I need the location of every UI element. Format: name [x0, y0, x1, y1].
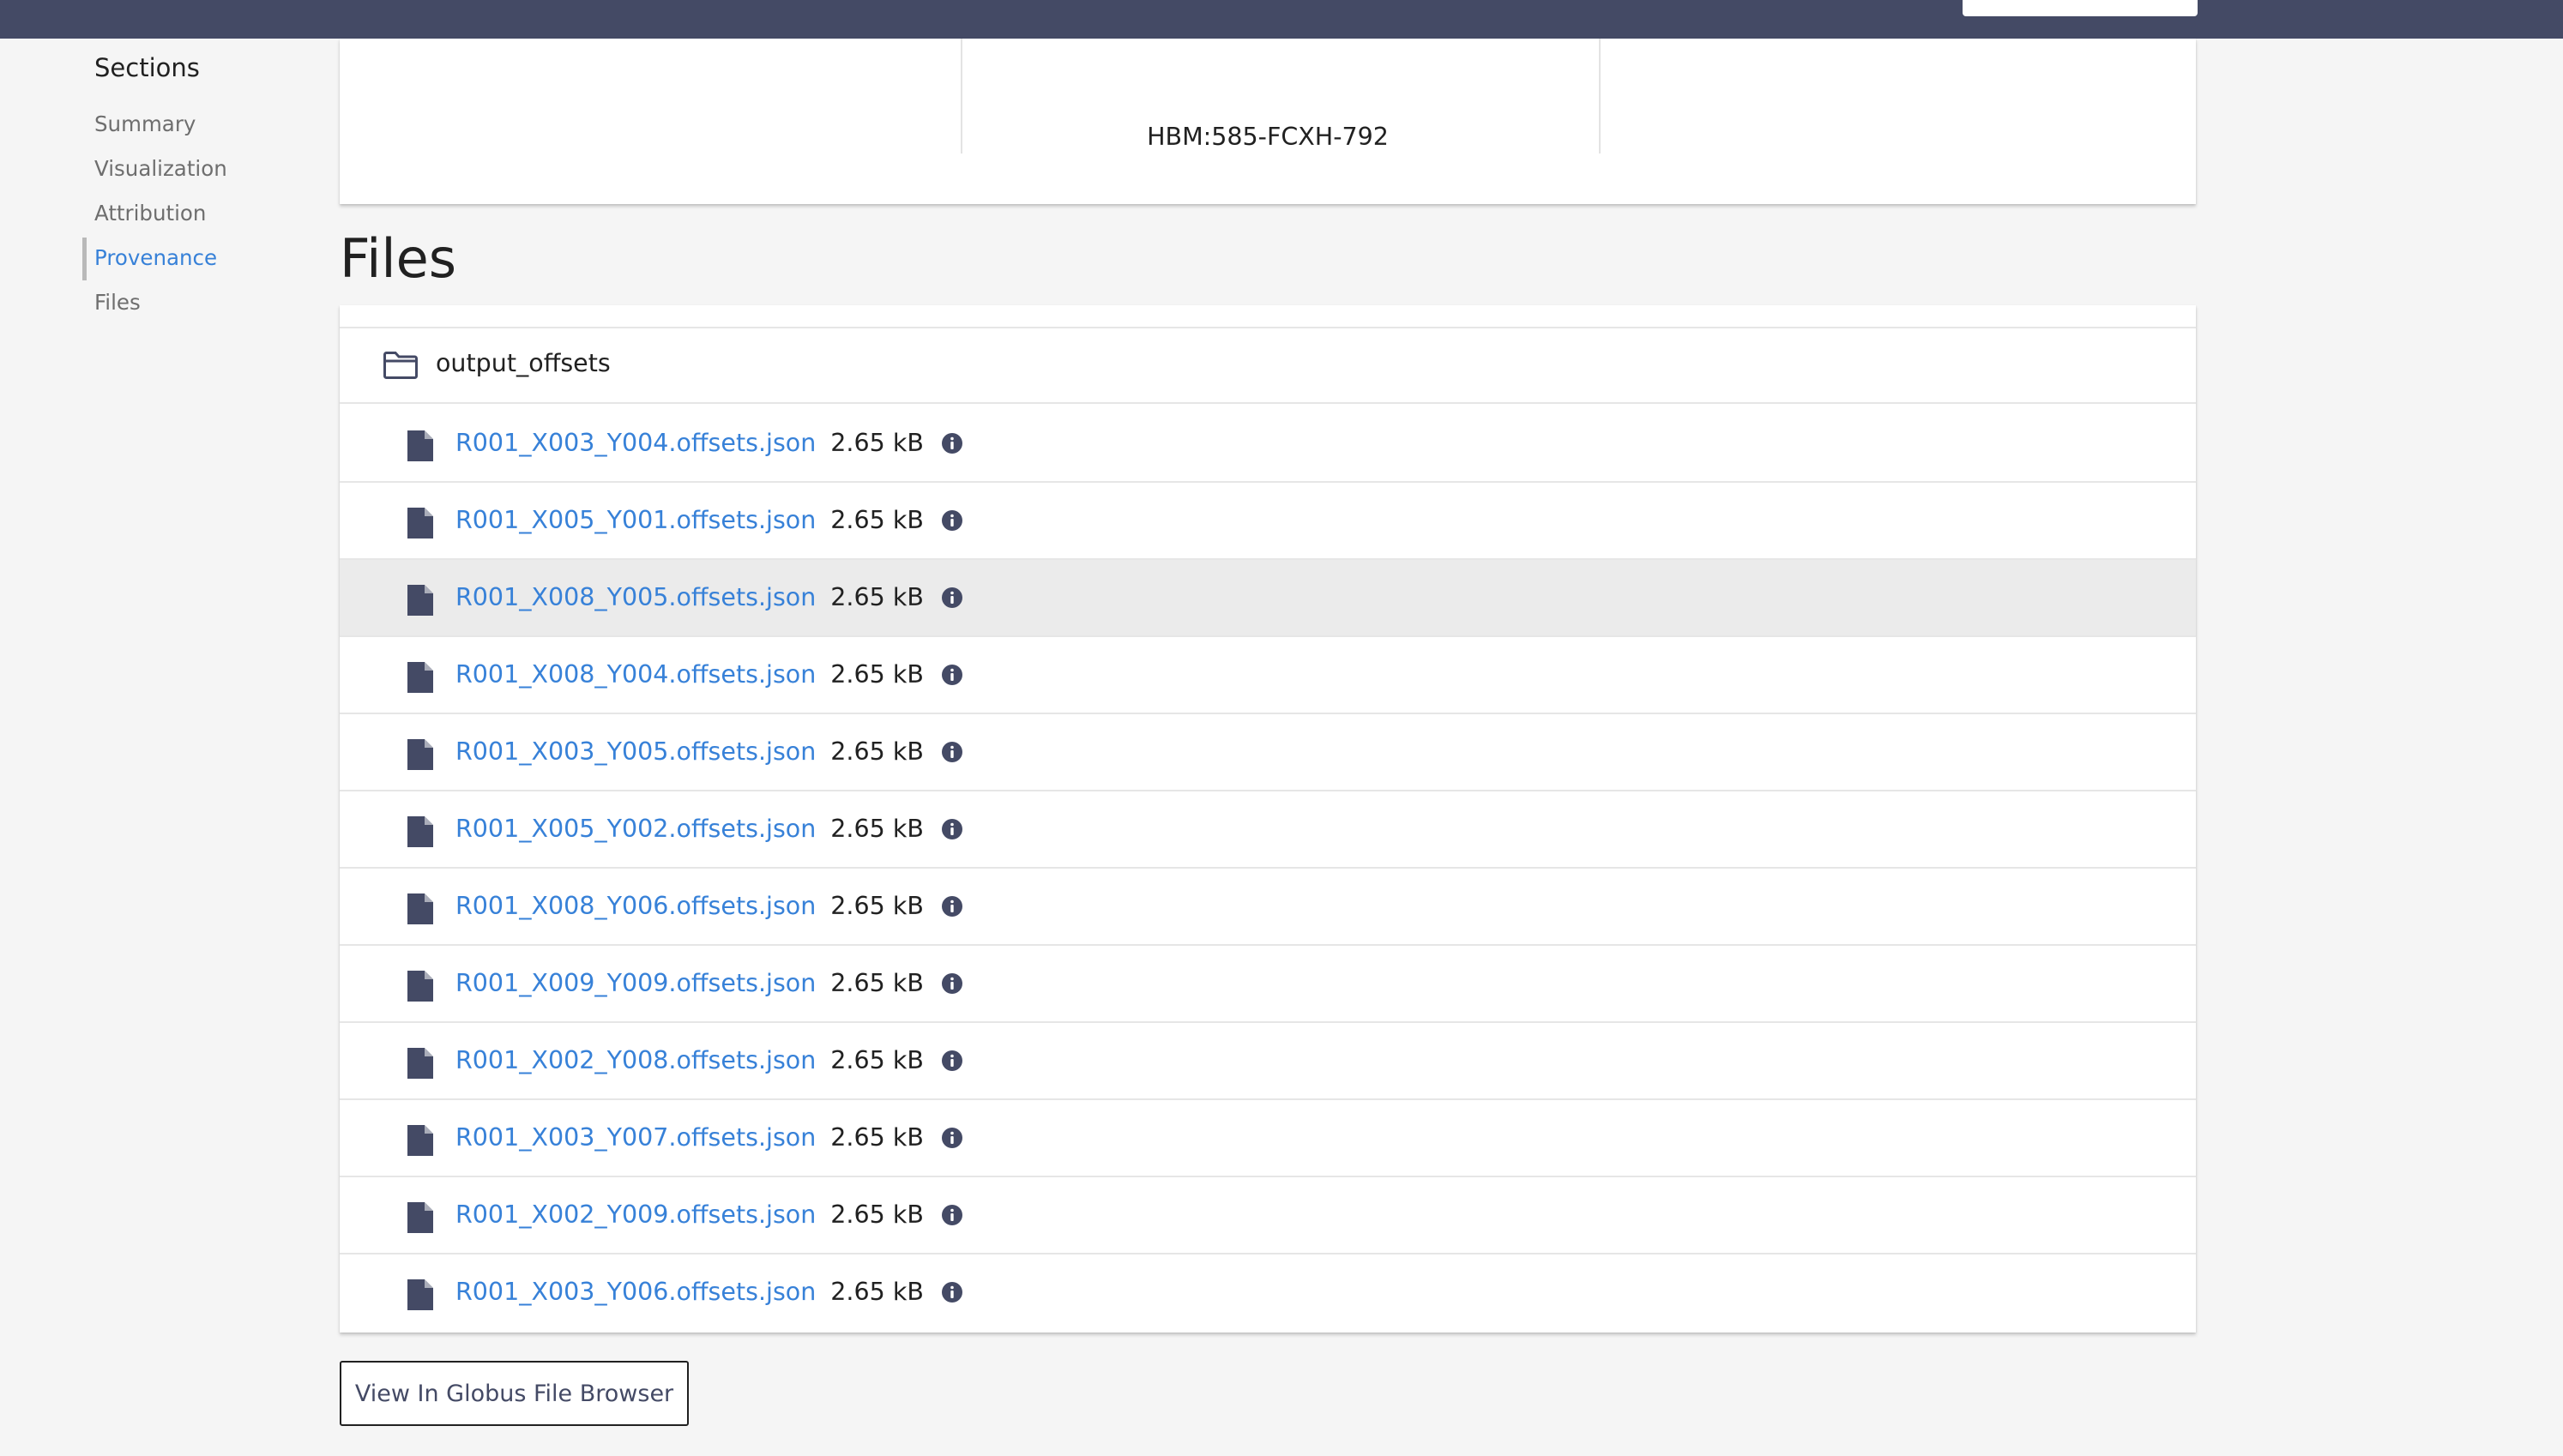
file-row[interactable]: R001_X003_Y006.offsets.json 2.65 kB	[340, 1254, 2196, 1332]
file-link[interactable]: R001_X008_Y005.offsets.json	[455, 583, 816, 611]
file-icon	[407, 893, 433, 924]
file-link[interactable]: R001_X003_Y005.offsets.json	[455, 737, 816, 766]
file-row[interactable]: R001_X003_Y004.offsets.json 2.65 kB	[340, 406, 2196, 483]
file-entry: R001_X003_Y007.offsets.json 2.65 kB	[455, 1123, 963, 1152]
folder-row[interactable]: output_offsets	[340, 328, 2196, 404]
file-entry: R001_X008_Y006.offsets.json 2.65 kB	[455, 892, 963, 920]
info-icon[interactable]	[941, 509, 963, 532]
file-size: 2.65 kB	[830, 1123, 924, 1152]
sidebar-item-summary[interactable]: Summary	[94, 111, 196, 136]
file-row[interactable]: R001_X008_Y006.offsets.json 2.65 kB	[340, 869, 2196, 946]
info-icon[interactable]	[941, 1050, 963, 1072]
file-entry: R001_X003_Y006.offsets.json 2.65 kB	[455, 1278, 963, 1306]
navbar-search-box[interactable]	[1963, 0, 2198, 16]
folder-name: output_offsets	[436, 349, 611, 377]
file-size: 2.65 kB	[830, 737, 924, 766]
sidebar-item-provenance[interactable]: Provenance	[94, 245, 217, 270]
file-icon	[407, 508, 433, 538]
file-row[interactable]: R001_X005_Y002.offsets.json 2.65 kB	[340, 791, 2196, 869]
file-entry: R001_X008_Y005.offsets.json 2.65 kB	[455, 583, 963, 611]
file-link[interactable]: R001_X008_Y004.offsets.json	[455, 660, 816, 689]
file-size: 2.65 kB	[830, 1278, 924, 1306]
info-icon[interactable]	[941, 972, 963, 995]
file-row[interactable]: R001_X003_Y005.offsets.json 2.65 kB	[340, 714, 2196, 791]
info-icon[interactable]	[941, 587, 963, 609]
file-icon	[407, 1125, 433, 1156]
file-row[interactable]: R001_X009_Y009.offsets.json 2.65 kB	[340, 946, 2196, 1023]
folder-icon	[383, 352, 418, 379]
info-icon[interactable]	[941, 1204, 963, 1226]
files-heading: Files	[340, 227, 457, 290]
file-row[interactable]: R001_X002_Y009.offsets.json 2.65 kB	[340, 1177, 2196, 1254]
file-size: 2.65 kB	[830, 660, 924, 689]
info-icon[interactable]	[941, 1281, 963, 1303]
file-link[interactable]: R001_X005_Y002.offsets.json	[455, 815, 816, 843]
file-link[interactable]: R001_X002_Y008.offsets.json	[455, 1046, 816, 1074]
provenance-card: HBM:585-FCXH-792	[340, 39, 2196, 204]
file-icon	[407, 739, 433, 770]
file-icon	[407, 816, 433, 847]
file-size: 2.65 kB	[830, 969, 924, 997]
file-entry: R001_X002_Y009.offsets.json 2.65 kB	[455, 1200, 963, 1229]
info-icon[interactable]	[941, 741, 963, 763]
file-icon	[407, 1279, 433, 1310]
file-size: 2.65 kB	[830, 506, 924, 534]
file-size: 2.65 kB	[830, 429, 924, 457]
sidebar-item-files[interactable]: Files	[94, 290, 141, 315]
file-entry: R001_X005_Y001.offsets.json 2.65 kB	[455, 506, 963, 534]
file-link[interactable]: R001_X003_Y006.offsets.json	[455, 1278, 816, 1306]
info-icon[interactable]	[941, 1127, 963, 1149]
file-row[interactable]: R001_X002_Y008.offsets.json 2.65 kB	[340, 1023, 2196, 1100]
file-entry: R001_X003_Y004.offsets.json 2.65 kB	[455, 429, 963, 457]
file-row[interactable]: R001_X005_Y001.offsets.json 2.65 kB	[340, 483, 2196, 560]
file-entry: R001_X003_Y005.offsets.json 2.65 kB	[455, 737, 963, 766]
file-size: 2.65 kB	[830, 815, 924, 843]
file-size: 2.65 kB	[830, 1200, 924, 1229]
file-link[interactable]: R001_X003_Y004.offsets.json	[455, 429, 816, 457]
file-row[interactable]: R001_X008_Y005.offsets.json 2.65 kB	[340, 560, 2196, 637]
info-icon[interactable]	[941, 895, 963, 918]
file-size: 2.65 kB	[830, 583, 924, 611]
sidebar-item-visualization[interactable]: Visualization	[94, 156, 227, 181]
file-link[interactable]: R001_X003_Y007.offsets.json	[455, 1123, 816, 1152]
top-navbar	[0, 0, 2563, 39]
provenance-id-value: HBM:585-FCXH-792	[1147, 123, 1389, 151]
file-icon	[407, 1202, 433, 1233]
sidebar-item-attribution[interactable]: Attribution	[94, 201, 206, 226]
file-entry: R001_X005_Y002.offsets.json 2.65 kB	[455, 815, 963, 843]
sections-title: Sections	[94, 53, 200, 82]
file-link[interactable]: R001_X002_Y009.offsets.json	[455, 1200, 816, 1229]
file-row[interactable]: R001_X008_Y004.offsets.json 2.65 kB	[340, 637, 2196, 714]
file-entry: R001_X008_Y004.offsets.json 2.65 kB	[455, 660, 963, 689]
file-entry: R001_X002_Y008.offsets.json 2.65 kB	[455, 1046, 963, 1074]
file-entry: R001_X009_Y009.offsets.json 2.65 kB	[455, 969, 963, 997]
files-card: output_offsets R001_X003_Y004.offsets.js…	[340, 305, 2196, 1333]
file-size: 2.65 kB	[830, 892, 924, 920]
info-icon[interactable]	[941, 432, 963, 454]
file-icon	[407, 662, 433, 693]
file-size: 2.65 kB	[830, 1046, 924, 1074]
file-icon	[407, 1048, 433, 1079]
info-icon[interactable]	[941, 818, 963, 840]
file-icon	[407, 971, 433, 1002]
view-in-globus-button[interactable]: View In Globus File Browser	[340, 1361, 689, 1426]
file-icon	[407, 430, 433, 461]
file-icon	[407, 585, 433, 616]
file-link[interactable]: R001_X009_Y009.offsets.json	[455, 969, 816, 997]
file-link[interactable]: R001_X008_Y006.offsets.json	[455, 892, 816, 920]
info-icon[interactable]	[941, 664, 963, 686]
active-section-indicator	[82, 238, 87, 280]
file-link[interactable]: R001_X005_Y001.offsets.json	[455, 506, 816, 534]
file-row[interactable]: R001_X003_Y007.offsets.json 2.65 kB	[340, 1100, 2196, 1177]
